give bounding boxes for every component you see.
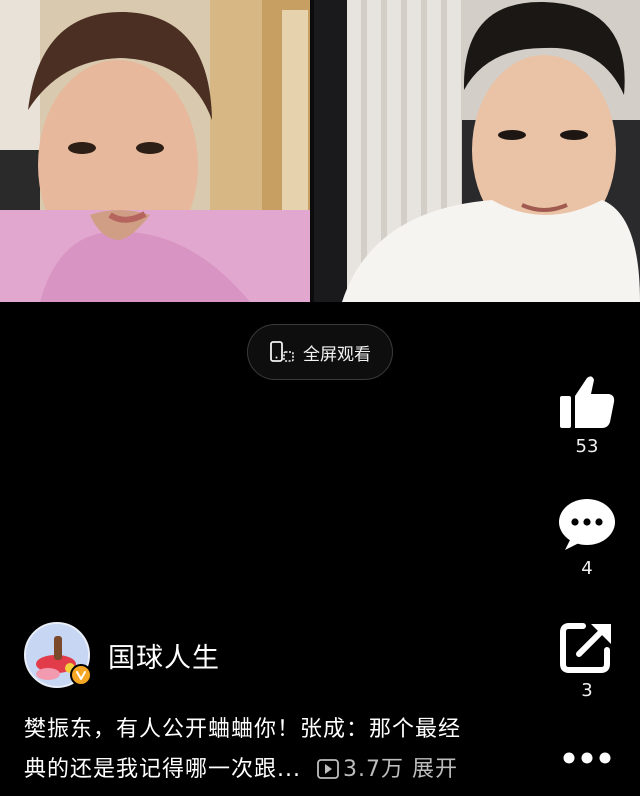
video-pane-right (312, 0, 640, 302)
like-action[interactable]: 53 (552, 374, 622, 457)
fullscreen-label: 全屏观看 (303, 344, 371, 365)
share-icon[interactable] (559, 620, 615, 674)
video-pane-left (0, 0, 312, 302)
view-count: 3.7万 (342, 757, 404, 782)
video-detail-page: 全屏观看 53 4 3 国球人生 樊振东，有人公开蛐蛐你！张成：那个最经 典的还… (0, 0, 640, 796)
caption-line-1: 樊振东，有人公开蛐蛐你！张成：那个最经 (24, 717, 462, 742)
caption-line-2: 典的还是我记得哪一次跟... 3.7万 展开 (24, 750, 624, 790)
participant-right-image (312, 0, 640, 302)
author-name[interactable]: 国球人生 (108, 636, 220, 675)
chat-bubble-icon[interactable] (557, 496, 617, 552)
share-action[interactable]: 3 (552, 620, 622, 701)
share-count: 3 (581, 680, 593, 701)
comment-action[interactable]: 4 (552, 496, 622, 579)
play-icon (317, 759, 339, 779)
comment-count: 4 (581, 558, 593, 579)
video-player[interactable] (0, 0, 640, 302)
like-count: 53 (575, 436, 599, 457)
verified-icon (76, 671, 86, 680)
thumbs-up-icon[interactable] (558, 374, 616, 430)
phone-rotate-icon (270, 341, 294, 362)
fullscreen-button[interactable]: 全屏观看 (247, 324, 393, 380)
expand-button[interactable]: 展开 (412, 757, 458, 782)
verified-badge (70, 664, 92, 686)
video-caption: 樊振东，有人公开蛐蛐你！张成：那个最经 典的还是我记得哪一次跟... 3.7万 … (24, 710, 624, 790)
caption-line-2-text: 典的还是我记得哪一次跟... (24, 757, 301, 782)
participant-left-image (0, 0, 312, 302)
video-split-divider (310, 0, 314, 302)
